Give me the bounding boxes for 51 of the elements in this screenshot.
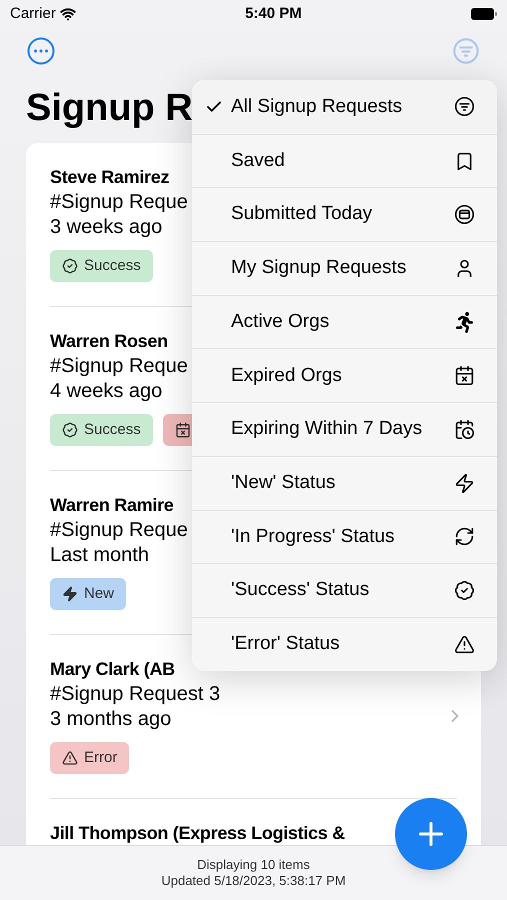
menu-item[interactable]: 'New' Status [192, 456, 497, 510]
check-badge-icon [454, 580, 475, 602]
request-number: #Signup Request 3 [50, 682, 220, 707]
running-figure-icon [454, 312, 475, 333]
menu-item[interactable]: Active Orgs [192, 294, 497, 348]
request-number: #Signup Reque [50, 354, 188, 379]
request-age: 4 weeks ago [50, 379, 162, 404]
menu-item[interactable]: Submitted Today [192, 187, 497, 242]
request-age: 3 weeks ago [50, 215, 162, 240]
requester-name: Steve Ramirez [50, 166, 170, 189]
wifi-icon [60, 6, 76, 22]
requester-name: Mary Clark (AB [50, 658, 175, 681]
status-badge: Error [50, 742, 130, 774]
menu-item[interactable]: 'In Progress' Status [192, 510, 497, 564]
status-badge: Success [50, 250, 153, 282]
updated-time: Updated 5/18/2023, 5:38:17 PM [161, 873, 346, 889]
calendar-icon [174, 422, 191, 438]
requester-name: Warren Ramire [50, 494, 174, 517]
menu-item[interactable]: Saved [192, 134, 497, 188]
menu-item[interactable]: Expired Orgs [192, 348, 497, 402]
filter-icon [452, 37, 480, 65]
request-number: #Signup Reque [50, 190, 188, 215]
clock: 5:40 PM [245, 4, 302, 24]
lightning-icon [62, 586, 78, 602]
refresh-icon [454, 526, 475, 548]
filter-icon [454, 96, 475, 118]
check-badge-icon [62, 258, 78, 274]
calendar-clock-icon [454, 418, 475, 440]
item-count: Displaying 10 items [197, 857, 310, 873]
more-button[interactable] [27, 37, 55, 65]
menu-item[interactable]: Expiring Within 7 Days [192, 402, 497, 456]
carrier-label: Carrier [10, 4, 56, 24]
warning-icon [62, 750, 78, 766]
status-badge: New [50, 578, 126, 610]
request-number: #Signup Reque [50, 518, 188, 543]
warning-icon [454, 634, 475, 655]
requester-name: Jill Thompson (Express Logistics & [50, 822, 345, 845]
menu-item[interactable]: 'Error' Status [192, 616, 497, 671]
menu-item[interactable]: My Signup Requests [192, 241, 497, 295]
page-title: Signup R [26, 86, 193, 130]
battery-icon [470, 8, 497, 20]
status-badge: Success [50, 414, 153, 446]
lightning-icon [454, 472, 475, 494]
menu-item[interactable]: 'Success' Status [192, 563, 497, 617]
request-age: Last month [50, 543, 149, 568]
menu-item[interactable]: All Signup Requests [192, 80, 497, 134]
request-age: 3 months ago [50, 707, 172, 732]
calendar-icon [454, 365, 475, 386]
check-badge-icon [62, 422, 78, 438]
requester-name: Warren Rosen [50, 330, 168, 353]
calendar-icon [454, 204, 475, 226]
